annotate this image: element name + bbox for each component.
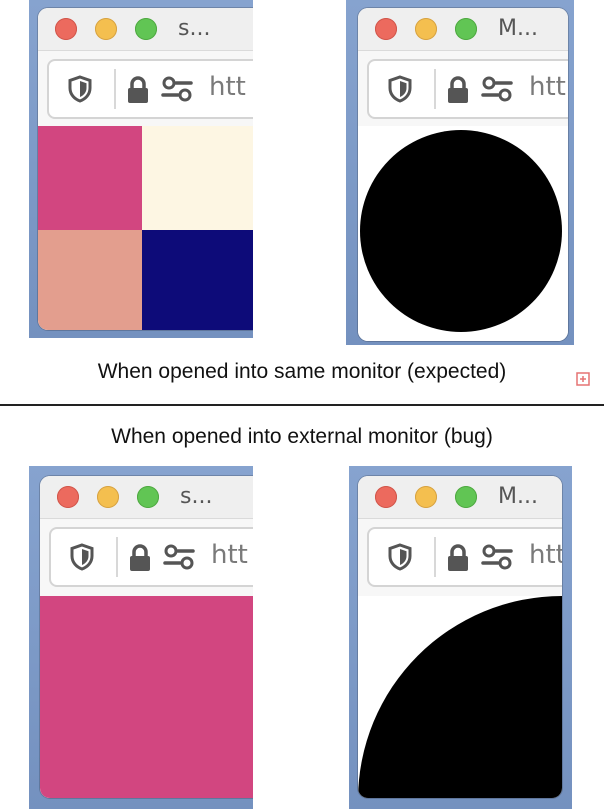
lock-icon[interactable] <box>445 543 471 573</box>
title-bar: s... <box>40 476 253 519</box>
permissions-icon[interactable] <box>481 75 513 103</box>
zoom-button[interactable] <box>137 486 159 508</box>
pink-fill <box>40 596 253 798</box>
shield-icon[interactable] <box>387 543 413 571</box>
url-bar[interactable]: htt <box>47 59 253 119</box>
lock-icon[interactable] <box>125 75 151 105</box>
black-circle <box>360 130 562 332</box>
minimize-button[interactable] <box>95 18 117 40</box>
url-text: htt <box>211 540 248 570</box>
close-button[interactable] <box>55 18 77 40</box>
minimize-button[interactable] <box>97 486 119 508</box>
panel-top-right: M... htt <box>346 0 574 345</box>
url-text: htt <box>529 72 566 102</box>
permissions-icon[interactable] <box>161 75 193 103</box>
toolbar: htt <box>358 519 562 603</box>
zoom-button[interactable] <box>455 486 477 508</box>
separator <box>114 69 116 109</box>
zoom-button[interactable] <box>455 18 477 40</box>
shield-icon[interactable] <box>69 543 95 571</box>
shield-icon[interactable] <box>67 75 93 103</box>
url-bar[interactable]: htt <box>367 59 568 119</box>
close-button[interactable] <box>57 486 79 508</box>
page-content <box>40 596 253 798</box>
minimize-button[interactable] <box>415 486 437 508</box>
page-content <box>38 126 253 330</box>
title-bar: s... <box>38 8 253 51</box>
panel-bottom-left: s... htt <box>29 466 253 809</box>
page-content <box>358 596 562 798</box>
title-bar: M... <box>358 476 562 519</box>
browser-window: s... htt <box>38 8 253 330</box>
browser-window: M... htt <box>358 8 568 341</box>
lock-icon[interactable] <box>445 75 471 105</box>
title-bar: M... <box>358 8 568 51</box>
panel-top-left: s... htt <box>29 0 253 338</box>
separator <box>116 537 118 577</box>
add-icon[interactable] <box>576 372 590 386</box>
grid-cell-navy <box>142 230 253 330</box>
permissions-icon[interactable] <box>163 543 195 571</box>
zoom-button[interactable] <box>135 18 157 40</box>
caption-expected: When opened into same monitor (expected) <box>97 360 507 383</box>
permissions-icon[interactable] <box>481 543 513 571</box>
separator <box>434 537 436 577</box>
url-text: htt <box>529 540 562 570</box>
window-title: M... <box>498 484 538 509</box>
grid-cell-cream <box>142 126 253 230</box>
grid-cell-salmon <box>38 230 142 330</box>
window-title: M... <box>498 16 538 41</box>
url-bar[interactable]: htt <box>367 527 562 587</box>
grid-cell-pink <box>38 126 142 230</box>
window-title: s... <box>180 484 213 509</box>
close-button[interactable] <box>375 486 397 508</box>
toolbar: htt <box>40 519 253 603</box>
lock-icon[interactable] <box>127 543 153 573</box>
toolbar: htt <box>38 51 253 135</box>
url-bar[interactable]: htt <box>49 527 253 587</box>
caption-bug: When opened into external monitor (bug) <box>111 425 493 448</box>
shield-icon[interactable] <box>387 75 413 103</box>
window-title: s... <box>178 16 211 41</box>
url-text: htt <box>209 72 246 102</box>
panel-bottom-right: M... htt <box>349 466 572 809</box>
separator <box>434 69 436 109</box>
browser-window: M... htt <box>358 476 562 798</box>
browser-window: s... htt <box>40 476 253 798</box>
minimize-button[interactable] <box>415 18 437 40</box>
page-content <box>358 126 568 341</box>
black-quarter-circle <box>358 596 562 798</box>
divider <box>0 404 604 406</box>
toolbar: htt <box>358 51 568 135</box>
close-button[interactable] <box>375 18 397 40</box>
